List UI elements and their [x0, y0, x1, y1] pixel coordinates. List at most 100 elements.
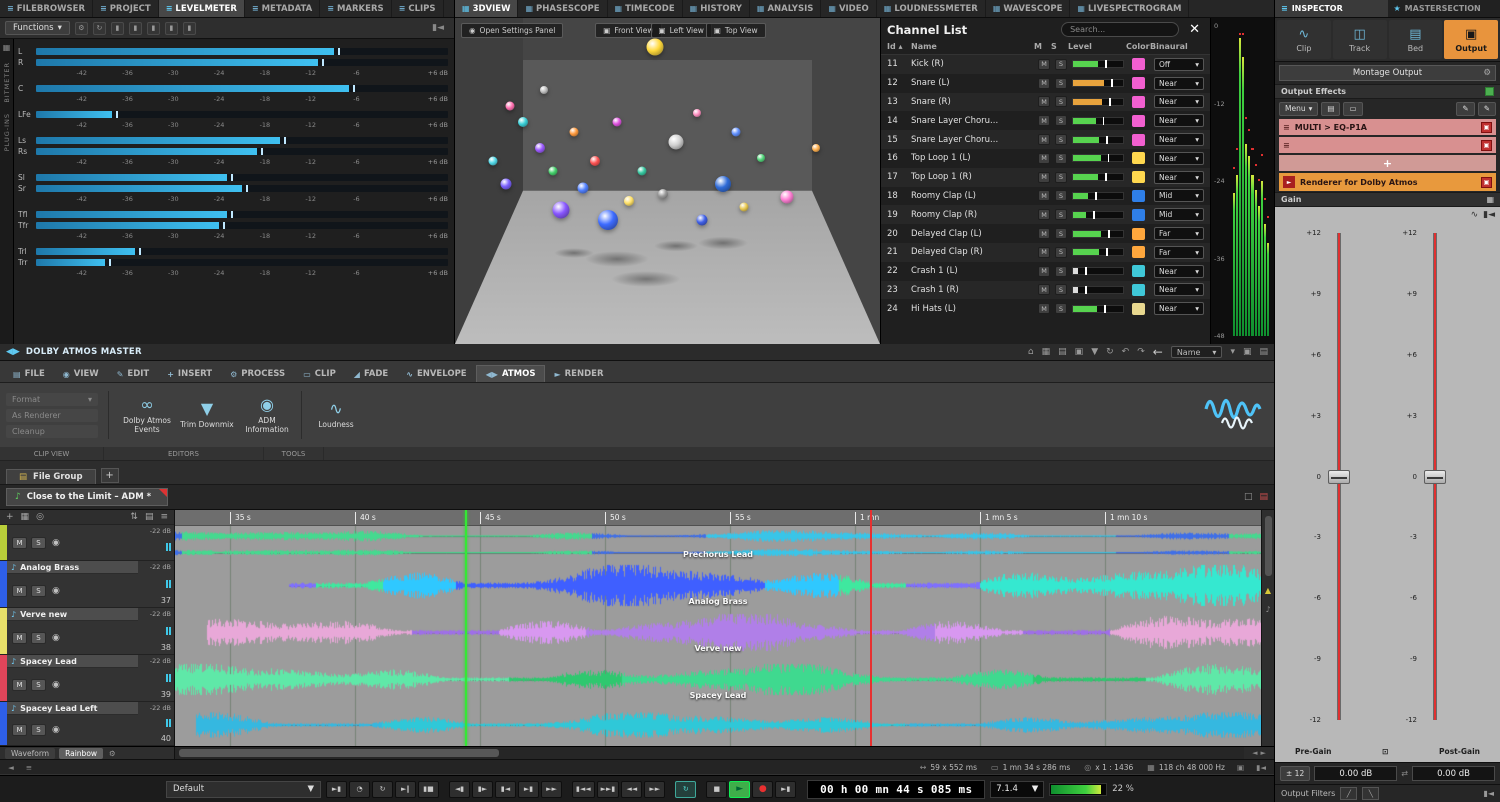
tab-atmos[interactable]: ◀▶ ATMOS — [475, 365, 546, 382]
preset-icon[interactable]: ▭ — [1343, 101, 1363, 116]
titlebar-icon[interactable]: ▤ — [1058, 347, 1067, 357]
add-track-icon[interactable]: + — [6, 512, 14, 522]
track-color-tab[interactable] — [0, 525, 7, 560]
track-lane[interactable]: Spacey Lead — [175, 656, 1261, 703]
track-solo-button[interactable]: S — [31, 678, 46, 691]
track-solo-button[interactable]: S — [31, 724, 46, 736]
transport-loop-[interactable]: ↻ — [675, 780, 697, 798]
expand-icon[interactable]: ▦ — [1486, 195, 1494, 204]
rainbow-mode-button[interactable]: Rainbow — [59, 747, 104, 759]
track-name-bar[interactable]: ♪ Analog Brass — [7, 561, 138, 574]
meter-mode-button[interactable]: ▮ — [164, 21, 178, 35]
track-mute-button[interactable]: M — [12, 678, 27, 691]
binaural-dropdown[interactable]: Near ▾ — [1154, 114, 1204, 128]
mute-button[interactable]: M — [1038, 152, 1050, 164]
folder-icon[interactable]: ▤ — [1321, 101, 1341, 116]
post-gain-value[interactable]: 0.00 dB — [1411, 766, 1496, 781]
track-mute-button[interactable]: M — [12, 584, 27, 597]
tab-fade[interactable]: ◢ FADE — [345, 366, 397, 382]
tab-view[interactable]: ◉ VIEW — [54, 366, 108, 382]
channel-color-swatch[interactable] — [1132, 152, 1145, 165]
tab-clip[interactable]: ▭ CLIP — [294, 366, 345, 382]
tab-analysis[interactable]: ▦ ANALYSIS — [750, 0, 822, 17]
channel-row[interactable]: 12 Snare (L) M S Near ▾ — [881, 74, 1210, 93]
ribbon-button-trim-downmix[interactable]: ▼ Trim Downmix — [179, 399, 235, 430]
inspector-mode-clip[interactable]: ∿ Clip — [1277, 20, 1331, 59]
track-color-tab[interactable] — [0, 655, 7, 701]
solo-button[interactable]: S — [1055, 303, 1067, 315]
channel-color-swatch[interactable] — [1132, 171, 1145, 184]
ribbon-button-adm-information[interactable]: ◉ ADM Information — [239, 395, 295, 435]
drag-handle-icon[interactable]: ≡ — [1283, 123, 1290, 132]
transport-play-[interactable]: ► — [729, 780, 751, 798]
channel-color-swatch[interactable] — [1132, 208, 1145, 221]
meter-mode-button[interactable]: ▮ — [146, 21, 160, 35]
transport-button-[interactable]: ►▮ — [518, 780, 539, 798]
tab-history[interactable]: ▦ HISTORY — [683, 0, 750, 17]
fader-handle[interactable] — [1424, 469, 1446, 484]
post-gain-fader[interactable]: +12 +9 +6 +3 0 -3 -6 -9 -12 — [1393, 229, 1465, 724]
timeline-ruler[interactable]: 35 s 40 s 45 s 50 s 55 s 1 mn 1 mn 5 s 1 mn 10 … — [175, 510, 1261, 526]
channel-row[interactable]: 16 Top Loop 1 (L) M S Near ▾ — [881, 149, 1210, 168]
track-mute-button[interactable]: M — [12, 631, 27, 644]
binaural-dropdown[interactable]: Far ▾ — [1154, 227, 1204, 241]
bypass-icon[interactable]: ▣ — [1481, 121, 1492, 133]
solo-button[interactable]: S — [1055, 115, 1067, 127]
channel-color-swatch[interactable] — [1132, 227, 1145, 240]
edit-cursor[interactable] — [870, 510, 872, 746]
meter-mode-button[interactable]: ▮ — [128, 21, 142, 35]
channel-color-swatch[interactable] — [1132, 114, 1145, 127]
track-header[interactable]: ♪ Spacey Lead Left M S ◉ -22 dB 40 — [0, 702, 174, 746]
binaural-dropdown[interactable]: Mid ▾ — [1154, 208, 1204, 222]
lowcut-filter-icon[interactable]: ╱ — [1340, 787, 1358, 800]
waveform-mode-button[interactable]: Waveform — [5, 747, 56, 759]
solo-button[interactable]: S — [1055, 171, 1067, 183]
add-effect-slot[interactable]: + — [1279, 155, 1496, 171]
tab-filebrowser[interactable]: ≡ FILEBROWSER — [0, 0, 93, 17]
solo-button[interactable]: S — [1055, 228, 1067, 240]
channel-color-swatch[interactable] — [1132, 133, 1145, 146]
titlebar-icon[interactable]: ▾ — [1230, 347, 1235, 357]
solo-button[interactable]: S — [1055, 77, 1067, 89]
file-group-tab[interactable]: ▤ File Group — [6, 469, 96, 484]
sliders-icon[interactable]: ⇅ — [130, 512, 138, 522]
channel-row[interactable]: 13 Snare (R) M S Near ▾ — [881, 92, 1210, 112]
transport-button-[interactable]: ►► — [541, 780, 562, 798]
solo-button[interactable]: S — [1055, 58, 1067, 70]
tab-envelope[interactable]: ∿ ENVELOPE — [397, 366, 475, 382]
collapse-left-icon[interactable]: ▮◄ — [432, 23, 444, 33]
status-item[interactable]: ◎ x 1 : 1436 — [1084, 763, 1133, 772]
track-color-tab[interactable] — [0, 702, 7, 745]
tab-loudnessmeter[interactable]: ▦ LOUDNESSMETER — [877, 0, 986, 17]
mute-button[interactable]: M — [1038, 134, 1050, 146]
transport-button-[interactable]: ▮► — [472, 780, 493, 798]
transport-button-[interactable]: ►▮ — [775, 780, 797, 798]
channel-row[interactable]: 19 Roomy Clap (R) M S Mid ▾ — [881, 205, 1210, 225]
track-lane[interactable]: Analog Brass — [175, 562, 1261, 609]
track-solo-button[interactable]: S — [31, 536, 46, 549]
drag-handle-icon[interactable]: ≡ — [1283, 141, 1290, 150]
ribbon-button-loudness[interactable]: ∿ Loudness — [308, 399, 364, 430]
ribbon-button-as-renderer[interactable]: As Renderer — [6, 408, 98, 422]
meter-mode-button[interactable]: ▮ — [110, 21, 124, 35]
mute-button[interactable]: M — [1038, 115, 1050, 127]
binaural-dropdown[interactable]: Near ▾ — [1154, 151, 1204, 165]
channel-row[interactable]: 14 Snare Layer Choru... M S Near ▾ — [881, 111, 1210, 130]
channel-row[interactable]: 23 Crash 1 (R) M S Near ▾ — [881, 280, 1210, 300]
binaural-dropdown[interactable]: Off ▾ — [1154, 57, 1204, 71]
scrollbar-thumb[interactable] — [179, 749, 499, 757]
titlebar-icon[interactable]: ↶ — [1122, 347, 1130, 357]
transport-button-[interactable]: ◄◄ — [621, 780, 643, 798]
mute-button[interactable]: M — [1038, 284, 1050, 296]
titlebar-icon[interactable]: ⌂ — [1028, 347, 1034, 357]
montage-tab[interactable]: ♪ Close to the Limit – ADM * — [6, 488, 169, 506]
atmos-3d-view[interactable]: ◉ Open Settings Panel ▣ Front View ▣ Left Vi… — [455, 18, 880, 344]
montage-output-dropdown[interactable]: Montage Output ⚙ — [1279, 65, 1496, 81]
tab-timecode[interactable]: ▦ TIMECODE — [608, 0, 683, 17]
gear-icon[interactable]: ⚙ — [1483, 68, 1491, 78]
status-item[interactable]: ↔ 59 x 552 ms — [920, 763, 977, 772]
titlebar-icon[interactable]: ↷ — [1137, 347, 1145, 357]
channel-row[interactable]: 15 Snare Layer Choru... M S Near ▾ — [881, 130, 1210, 149]
back-arrow-icon[interactable]: ← — [1153, 345, 1163, 359]
link-icon[interactable]: ⊡ — [1382, 747, 1388, 756]
